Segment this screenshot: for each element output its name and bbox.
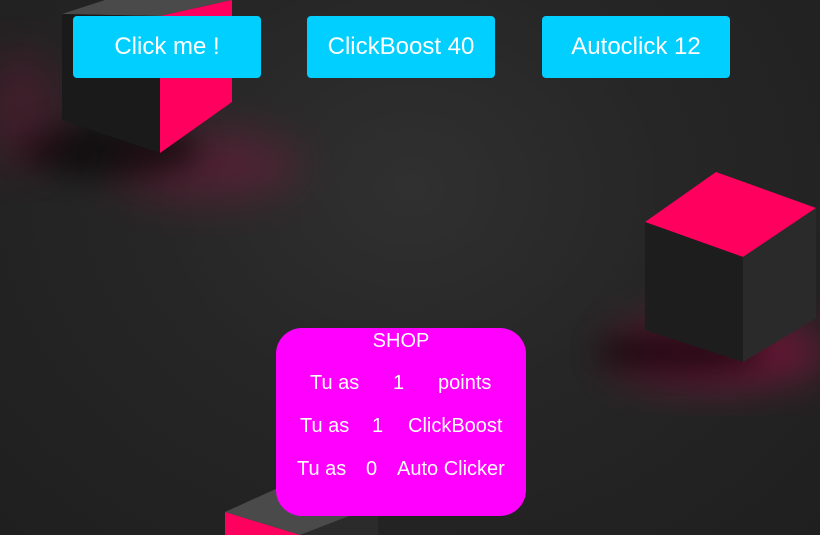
points-prefix: Tu as bbox=[310, 372, 360, 394]
shop-panel: SHOP Tu as 1 points Tu as 1 ClickBoost T… bbox=[276, 328, 526, 516]
clickboost-prefix: Tu as bbox=[300, 415, 350, 437]
autoclick-button[interactable]: Autoclick 12 bbox=[542, 16, 730, 78]
autoclicker-prefix: Tu as bbox=[297, 458, 347, 480]
clickboost-count: 1 bbox=[372, 415, 384, 437]
points-label: points bbox=[438, 372, 492, 394]
points-count: 1 bbox=[393, 372, 405, 394]
autoclicker-label: Auto Clicker bbox=[397, 458, 505, 480]
click-me-button[interactable]: Click me ! bbox=[73, 16, 261, 78]
clickboost-button[interactable]: ClickBoost 40 bbox=[307, 16, 495, 78]
autoclicker-count: 0 bbox=[366, 458, 378, 480]
clickboost-label: ClickBoost bbox=[408, 415, 503, 437]
shop-title: SHOP bbox=[372, 330, 430, 352]
